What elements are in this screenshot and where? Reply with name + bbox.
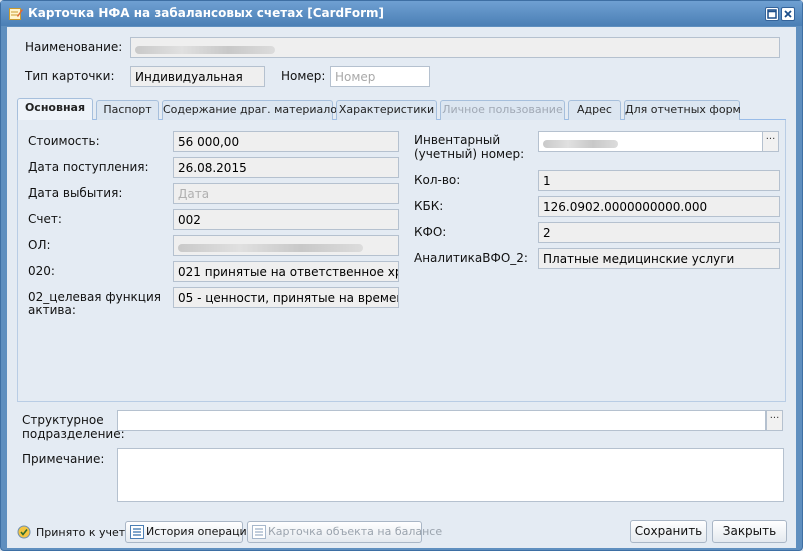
disposal-date-field[interactable]: Дата [173, 183, 399, 204]
ol-label: ОЛ: [28, 238, 51, 252]
history-button-label: История операций [146, 525, 254, 538]
f020-field[interactable]: 021 принятые на ответственное хранение [173, 261, 399, 282]
form-edit-icon [9, 8, 23, 20]
close-window-button[interactable] [781, 7, 795, 21]
form-body: Наименование: Тип карточки: Индивидуальн… [7, 27, 796, 514]
account-field[interactable]: 002 [173, 209, 399, 230]
analytics-label: АналитикаВФО_2: [414, 251, 528, 265]
tab-report-forms[interactable]: Для отчетных форм [624, 100, 741, 120]
tab-precious-materials[interactable]: Содержание драг. материалов [162, 100, 343, 120]
close-icon [784, 10, 792, 18]
tab-main[interactable]: Основная [17, 98, 93, 121]
name-label: Наименование: [25, 40, 123, 54]
tab-bar: Основная Паспорт Содержание драг. матери… [17, 98, 786, 121]
redacted-value [178, 243, 363, 252]
title-bar[interactable]: Карточка НФА на забалансовых счетах [Car… [1, 1, 802, 26]
accepted-status-icon [17, 525, 31, 539]
f02-label-line1: 02_целевая функция [28, 290, 161, 304]
account-label: Счет: [28, 212, 62, 226]
list-icon [130, 525, 144, 539]
kfo-label: КФО: [414, 225, 447, 239]
number-field[interactable]: Номер [330, 66, 430, 87]
maximize-icon [767, 9, 777, 19]
maximize-button[interactable] [765, 7, 779, 21]
redacted-value [135, 45, 275, 54]
tab-passport[interactable]: Паспорт [96, 100, 159, 120]
kbk-field[interactable]: 126.0902.0000000000.000 [538, 196, 780, 217]
redacted-value [543, 139, 618, 148]
footer-toolbar: Принято к учету История операций Карточк… [7, 514, 796, 548]
qty-label: Кол-во: [414, 173, 461, 187]
cost-label: Стоимость: [28, 134, 100, 148]
window-title: Карточка НФА на забалансовых счетах [Car… [28, 6, 384, 20]
accepted-label: Принято к учету [36, 526, 132, 539]
card-window: Карточка НФА на забалансовых счетах [Car… [0, 0, 803, 551]
disposal-date-label: Дата выбытия: [28, 186, 123, 200]
inventory-label-line1: Инвентарный [414, 133, 501, 147]
kbk-label: КБК: [414, 199, 444, 213]
history-button[interactable]: История операций [125, 521, 254, 543]
ol-field[interactable] [173, 235, 399, 256]
main-tab-panel: Стоимость: 56 000,00 Дата поступления: 2… [17, 120, 786, 402]
receipt-date-field[interactable]: 26.08.2015 [173, 157, 399, 178]
save-button[interactable]: Сохранить [630, 520, 707, 543]
close-button[interactable]: Закрыть [712, 520, 787, 543]
receipt-date-label: Дата поступления: [28, 160, 149, 174]
tab-personal-use: Личное пользование [440, 100, 565, 120]
inventory-label-line2: (учетный) номер: [414, 147, 525, 161]
balance-card-button: Карточка объекта на балансе [247, 521, 442, 543]
tab-characteristics[interactable]: Характеристики [336, 100, 437, 120]
card-type-label: Тип карточки: [25, 69, 115, 83]
number-label: Номер: [281, 69, 326, 83]
division-picker-button[interactable]: ··· [766, 410, 783, 431]
card-type-field[interactable]: Индивидуальная [130, 66, 265, 87]
inventory-picker-button[interactable]: ··· [762, 131, 779, 152]
qty-field[interactable]: 1 [538, 170, 780, 191]
division-label-line1: Структурное [22, 413, 104, 427]
cost-field[interactable]: 56 000,00 [173, 131, 399, 152]
f020-label: 020: [28, 264, 55, 278]
analytics-field[interactable]: Платные медицинские услуги [538, 248, 780, 269]
f02-label-line2: актива: [28, 303, 76, 317]
f02-field[interactable]: 05 - ценности, принятые на временное [173, 287, 399, 308]
tab-address[interactable]: Адрес [568, 100, 621, 120]
kfo-field[interactable]: 2 [538, 222, 780, 243]
note-label: Примечание: [22, 452, 105, 466]
note-textarea[interactable] [117, 448, 784, 502]
division-field[interactable] [117, 410, 766, 431]
division-label-line2: подразделение: [22, 427, 125, 441]
balance-card-button-label: Карточка объекта на балансе [268, 525, 443, 538]
list-icon [252, 525, 266, 539]
inventory-number-field[interactable] [538, 131, 763, 152]
name-field[interactable] [130, 37, 780, 58]
